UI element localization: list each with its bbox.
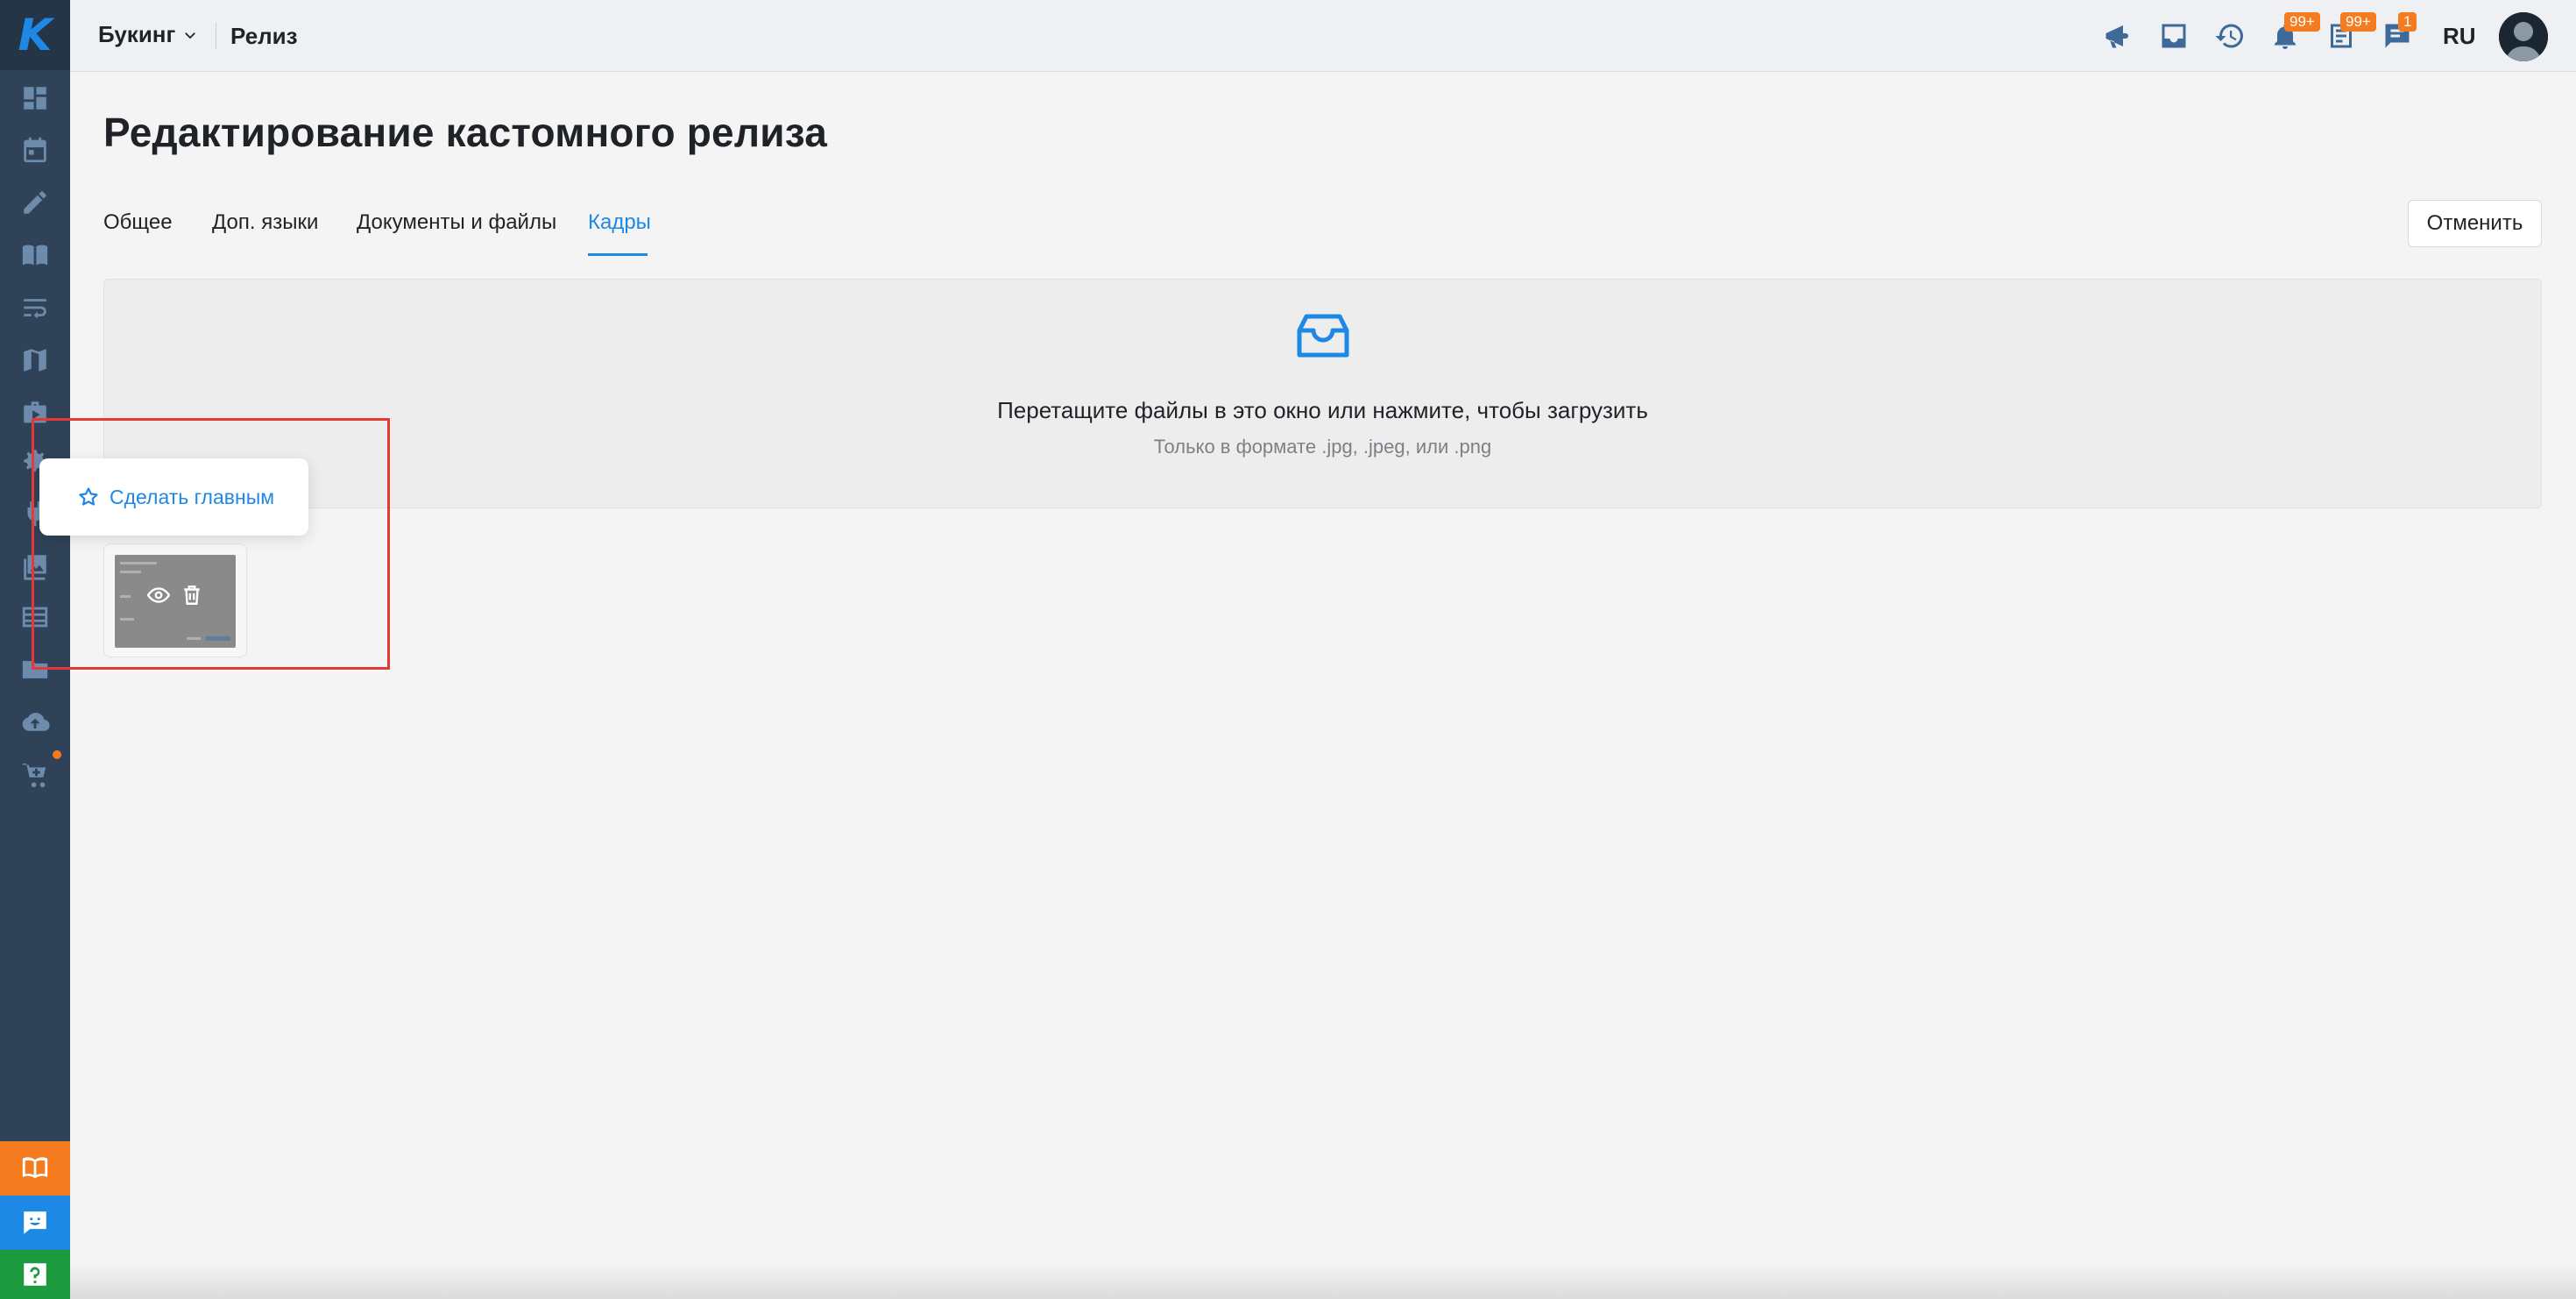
inbox-upload-icon [1294, 308, 1352, 366]
eye-icon[interactable] [146, 583, 171, 607]
thumbnail-actions [146, 583, 204, 607]
calendar-icon[interactable] [0, 124, 70, 176]
tab-frames[interactable]: Кадры [588, 210, 651, 235]
upload-dropzone[interactable]: Перетащите файлы в это окно или нажмите,… [103, 279, 2542, 508]
trash-icon[interactable] [180, 583, 204, 607]
dropzone-instructions: Перетащите файлы в это окно или нажмите,… [997, 397, 1648, 423]
app-logo[interactable]: K [0, 0, 70, 70]
book-icon[interactable] [0, 229, 70, 281]
project-selector[interactable]: Букинг [98, 21, 198, 48]
page-title: Редактирование кастомного релиза [103, 110, 827, 155]
active-tab-indicator [588, 253, 648, 256]
inbox-icon[interactable] [2154, 16, 2194, 56]
bell-badge: 99+ [2284, 12, 2320, 32]
language-switcher[interactable]: RU [2443, 23, 2476, 50]
book-open-icon[interactable] [0, 1141, 70, 1196]
tab-extra-languages[interactable]: Доп. языки [212, 210, 318, 235]
chevron-down-icon [185, 32, 196, 39]
map-icon[interactable] [0, 334, 70, 387]
cancel-button[interactable]: Отменить [2408, 200, 2542, 247]
frame-thumbnail-card[interactable] [103, 543, 247, 657]
tasks-icon[interactable]: 99+ [2321, 12, 2376, 56]
megaphone-icon[interactable] [2098, 16, 2138, 56]
bell-icon[interactable]: 99+ [2265, 12, 2320, 56]
folder-icon[interactable] [0, 643, 70, 696]
make-main-popover[interactable]: Сделать главным [39, 458, 308, 536]
thumb-line [120, 618, 134, 621]
dropzone-format-hint: Только в формате .jpg, .jpeg, или .png [1153, 436, 1492, 458]
thumb-line [120, 595, 131, 598]
make-main-label: Сделать главным [110, 485, 275, 508]
dashboard-icon[interactable] [0, 72, 70, 124]
chat-bot-icon[interactable] [0, 1196, 70, 1250]
history-icon[interactable] [2210, 16, 2250, 56]
thumb-button [206, 636, 230, 641]
star-icon [79, 487, 98, 506]
bottom-shadow [70, 1262, 2576, 1299]
thumb-line [120, 562, 157, 564]
help-icon[interactable] [0, 1250, 70, 1299]
messages-badge: 1 [2398, 12, 2417, 32]
sidebar: K [0, 0, 70, 1299]
logo-letter: K [18, 10, 53, 60]
cloud-upload-icon[interactable] [0, 696, 70, 749]
project-name: Букинг [98, 21, 176, 47]
tab-general[interactable]: Общее [103, 210, 173, 235]
cart-notification-dot [53, 750, 61, 759]
tasks-badge: 99+ [2340, 12, 2376, 32]
thumb-line [120, 571, 141, 573]
list-icon[interactable] [0, 591, 70, 643]
breadcrumb-current-page: Релиз [230, 23, 298, 49]
wrap-text-icon[interactable] [0, 281, 70, 334]
messages-icon[interactable]: 1 [2377, 12, 2417, 56]
briefcase-play-icon[interactable] [0, 387, 70, 439]
tab-documents-files[interactable]: Документы и файлы [357, 210, 556, 235]
gallery-icon[interactable] [0, 540, 70, 593]
pencil-icon[interactable] [0, 176, 70, 229]
thumb-line [187, 637, 201, 640]
top-bar: Букинг Релиз 99+ 99+ 1 RU [70, 0, 2576, 72]
avatar[interactable] [2499, 12, 2548, 61]
user-avatar-icon [2499, 12, 2548, 61]
